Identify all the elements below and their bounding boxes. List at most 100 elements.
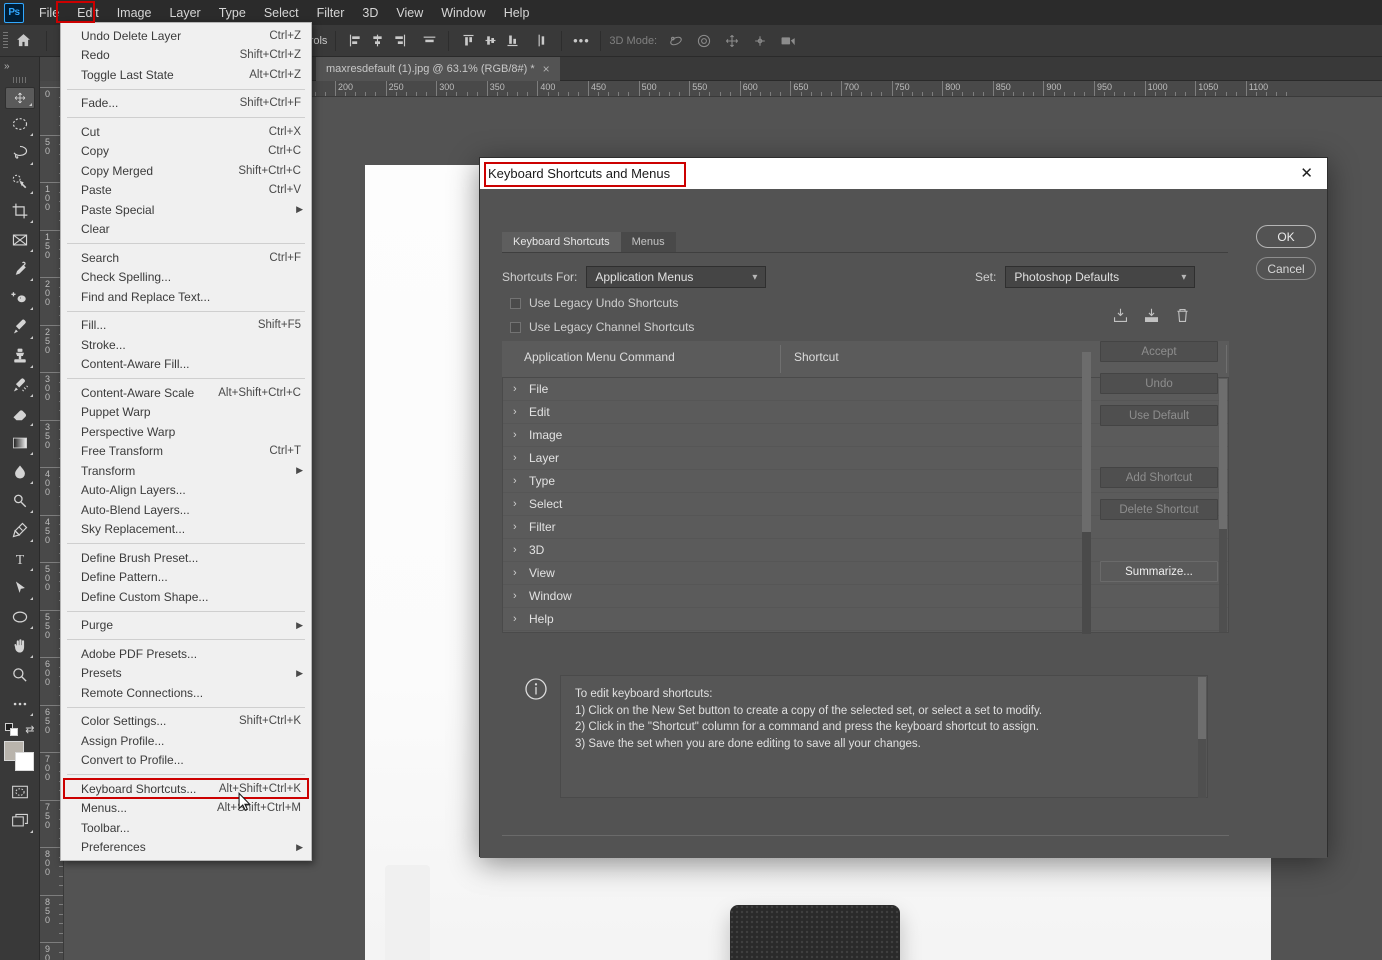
summarize-button[interactable]: Summarize... (1100, 561, 1218, 582)
object-selection-tool[interactable] (5, 167, 35, 196)
menu-item-sky-replacement[interactable]: Sky Replacement... (61, 520, 311, 540)
scrollbar-thumb[interactable] (1082, 352, 1091, 532)
align-horizontal-centers-icon[interactable] (366, 30, 388, 52)
history-brush-tool[interactable] (5, 370, 35, 399)
column-divider[interactable] (780, 345, 781, 373)
zoom-tool[interactable] (5, 660, 35, 689)
color-swatches[interactable] (3, 741, 36, 771)
dodge-tool[interactable] (5, 486, 35, 515)
chevron-right-icon[interactable]: › (513, 590, 529, 602)
menu-item-content-aware-fill[interactable]: Content-Aware Fill... (61, 355, 311, 375)
default-colors-icon[interactable] (4, 722, 18, 736)
chevron-right-icon[interactable]: › (513, 521, 529, 533)
menu-item-search[interactable]: Search Ctrl+F (61, 248, 311, 268)
path-selection-tool[interactable] (5, 573, 35, 602)
clone-stamp-tool[interactable] (5, 341, 35, 370)
menu-list-row[interactable]: › Help (503, 608, 1228, 631)
legacy-undo-checkbox-row[interactable]: Use Legacy Undo Shortcuts (510, 296, 678, 310)
home-icon[interactable] (8, 25, 38, 57)
menu-item-redo[interactable]: Redo Shift+Ctrl+Z (61, 46, 311, 66)
menu-file[interactable]: File (30, 2, 68, 24)
menu-item-define-brush-preset[interactable]: Define Brush Preset... (61, 548, 311, 568)
menu-item-paste-special[interactable]: Paste Special ▶ (61, 200, 311, 220)
menu-select[interactable]: Select (255, 2, 308, 24)
ok-button[interactable]: OK (1256, 225, 1316, 248)
document-tab[interactable]: maxresdefault (1).jpg @ 63.1% (RGB/8#) *… (316, 57, 560, 81)
menu-layer[interactable]: Layer (160, 2, 209, 24)
cancel-button[interactable]: Cancel (1256, 257, 1316, 280)
elliptical-marquee-tool[interactable] (5, 109, 35, 138)
menu-item-copy[interactable]: Copy Ctrl+C (61, 142, 311, 162)
menu-item-toggle-last-state[interactable]: Toggle Last State Alt+Ctrl+Z (61, 65, 311, 85)
pen-tool[interactable] (5, 515, 35, 544)
align-right-edges-icon[interactable] (388, 30, 410, 52)
3d-slide-icon[interactable] (749, 30, 771, 52)
lasso-tool[interactable] (5, 138, 35, 167)
menu-view[interactable]: View (387, 2, 432, 24)
crop-tool[interactable] (5, 196, 35, 225)
scrollbar-thumb[interactable] (1219, 379, 1227, 529)
menu-item-preferences[interactable]: Preferences ▶ (61, 838, 311, 858)
menu-item-auto-blend-layers[interactable]: Auto-Blend Layers... (61, 500, 311, 520)
menu-image[interactable]: Image (108, 2, 161, 24)
menu-item-color-settings[interactable]: Color Settings... Shift+Ctrl+K (61, 712, 311, 732)
edit-dropdown-menu[interactable]: Undo Delete Layer Ctrl+Z Redo Shift+Ctrl+Z T… (60, 22, 312, 861)
undo-button[interactable]: Undo (1100, 373, 1218, 394)
menu-item-copy-merged[interactable]: Copy Merged Shift+Ctrl+C (61, 161, 311, 181)
chevron-right-icon[interactable]: › (513, 544, 529, 556)
tools-panel-collapse[interactable]: » (0, 57, 39, 75)
menu-item-fade[interactable]: Fade... Shift+Ctrl+F (61, 94, 311, 114)
menu-item-stroke[interactable]: Stroke... (61, 335, 311, 355)
menu-item-undo-delete-layer[interactable]: Undo Delete Layer Ctrl+Z (61, 26, 311, 46)
list-scrollbar[interactable] (1219, 379, 1227, 632)
menu-item-fill[interactable]: Fill... Shift+F5 (61, 316, 311, 336)
blur-tool[interactable] (5, 457, 35, 486)
swap-colors-icon[interactable]: ⇄ (25, 723, 34, 736)
3d-camera-icon[interactable] (777, 30, 799, 52)
quick-mask-mode-icon[interactable] (5, 777, 35, 806)
menu-edit[interactable]: Edit (68, 1, 108, 24)
distribute-vertical-icon[interactable] (531, 30, 553, 52)
menu-item-presets[interactable]: Presets ▶ (61, 664, 311, 684)
save-set-icon[interactable] (1112, 307, 1129, 324)
menu-item-adobe-pdf-presets[interactable]: Adobe PDF Presets... (61, 644, 311, 664)
hand-tool[interactable] (5, 631, 35, 660)
ellipse-tool[interactable] (5, 602, 35, 631)
eraser-tool[interactable] (5, 399, 35, 428)
menu-item-paste[interactable]: Paste Ctrl+V (61, 181, 311, 201)
chevron-right-icon[interactable]: › (513, 406, 529, 418)
column-divider[interactable] (1226, 345, 1227, 373)
type-tool[interactable]: T (5, 544, 35, 573)
use-default-button[interactable]: Use Default (1100, 405, 1218, 426)
menu-item-define-custom-shape[interactable]: Define Custom Shape... (61, 587, 311, 607)
menu-item-convert-to-profile[interactable]: Convert to Profile... (61, 751, 311, 771)
tools-panel-grip[interactable] (12, 77, 27, 83)
distribute-horizontal-icon[interactable] (418, 30, 440, 52)
more-options-icon[interactable]: ••• (570, 30, 592, 52)
legacy-channel-checkbox[interactable] (510, 321, 521, 333)
scrollbar-thumb[interactable] (1198, 677, 1206, 739)
shortcuts-for-select[interactable]: Application Menus ▾ (586, 266, 767, 288)
move-tool[interactable] (4, 87, 35, 109)
align-vertical-centers-icon[interactable] (479, 30, 501, 52)
menu-item-toolbar[interactable]: Toolbar... (61, 818, 311, 838)
menu-item-assign-profile[interactable]: Assign Profile... (61, 731, 311, 751)
legacy-undo-checkbox[interactable] (510, 297, 521, 309)
gradient-tool[interactable] (5, 428, 35, 457)
menu-item-define-pattern[interactable]: Define Pattern... (61, 568, 311, 588)
align-top-edges-icon[interactable] (457, 30, 479, 52)
brush-tool[interactable] (5, 312, 35, 341)
chevron-right-icon[interactable]: › (513, 383, 529, 395)
screen-mode-icon[interactable] (5, 806, 35, 835)
dialog-scrollbar[interactable] (1082, 352, 1091, 634)
3d-roll-icon[interactable] (693, 30, 715, 52)
legacy-channel-checkbox-row[interactable]: Use Legacy Channel Shortcuts (510, 320, 694, 334)
menu-3d[interactable]: 3D (353, 2, 387, 24)
keyboard-shortcuts-dialog[interactable]: Keyboard Shortcuts and Menus ✕ Keyboard … (479, 157, 1328, 858)
menu-item-content-aware-scale[interactable]: Content-Aware Scale Alt+Shift+Ctrl+C (61, 383, 311, 403)
menu-item-keyboard-shortcuts[interactable]: Keyboard Shortcuts... Alt+Shift+Ctrl+K (61, 779, 311, 799)
set-select[interactable]: Photoshop Defaults ▾ (1005, 266, 1196, 288)
menu-item-menus[interactable]: Menus... Alt+Shift+Ctrl+M (61, 799, 311, 819)
background-color-swatch[interactable] (14, 752, 34, 771)
accept-button[interactable]: Accept (1100, 341, 1218, 362)
